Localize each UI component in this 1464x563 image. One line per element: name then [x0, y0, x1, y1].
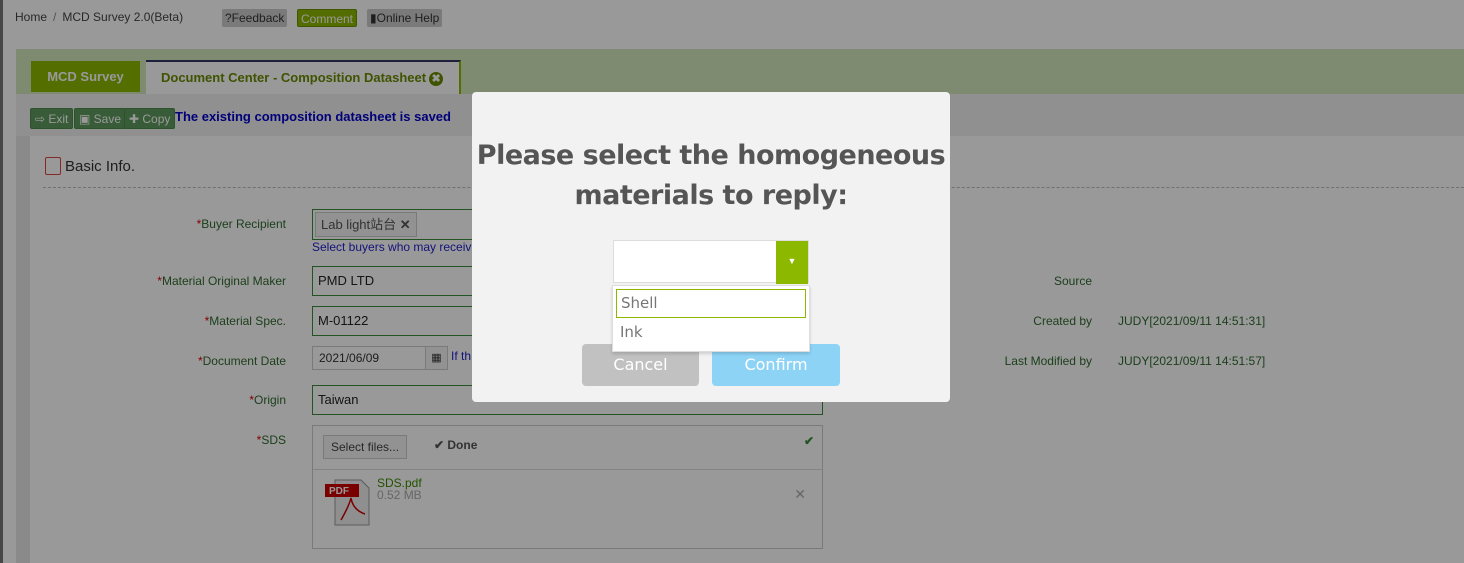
chevron-down-icon[interactable]: ▼ [776, 241, 808, 284]
select-material-dialog: Please select the homogeneous materials … [472, 92, 950, 402]
option-shell[interactable]: Shell [616, 289, 806, 318]
dialog-title: Please select the homogeneous materials … [476, 140, 946, 211]
option-ink[interactable]: Ink [616, 319, 806, 348]
material-select[interactable]: ▼ [613, 240, 809, 284]
material-dropdown-list: Shell Ink [612, 285, 810, 352]
